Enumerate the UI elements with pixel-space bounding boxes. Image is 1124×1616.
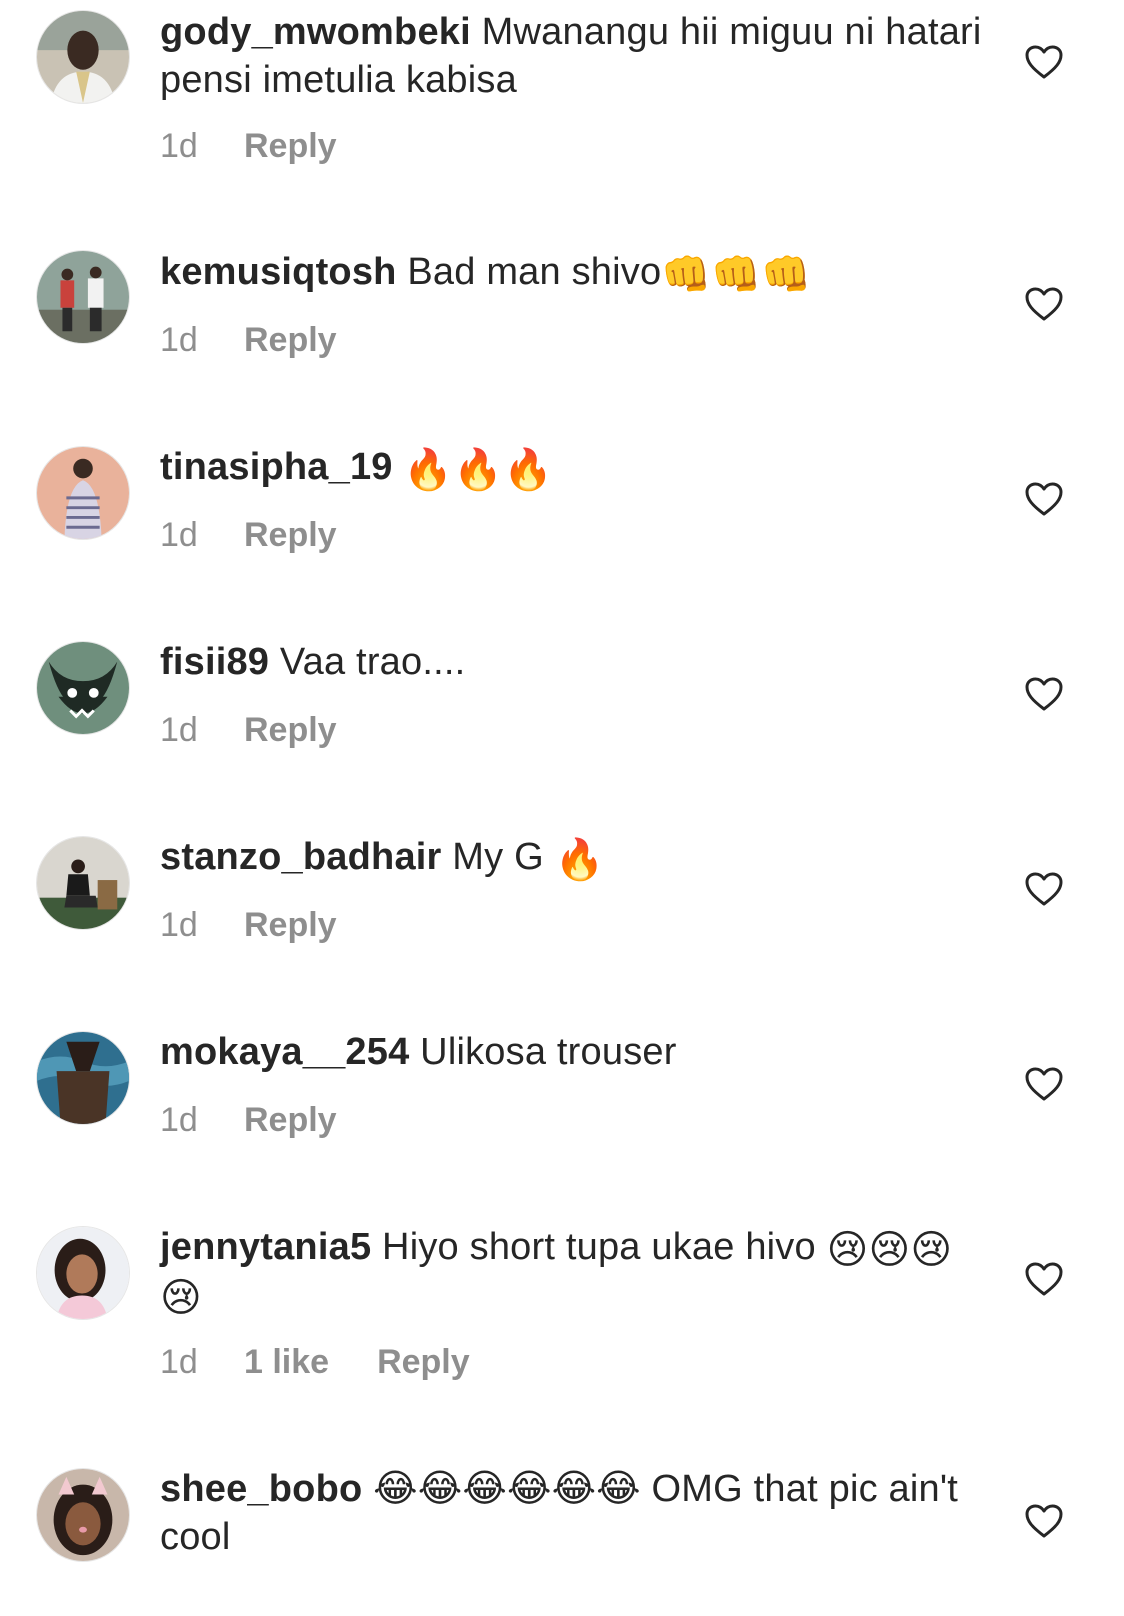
comment-body: jennytania5 Hiyo short tupa ukae hivo 😢😢… [160,1223,990,1319]
comment-text: Bad man shivo [407,251,662,293]
reply-button[interactable]: Reply [244,711,337,749]
comment-meta: 1d Reply [160,1100,337,1140]
comment-username[interactable]: tinasipha_19 [160,446,393,488]
comment-meta: 1d 1 like Reply [160,1342,470,1382]
like-heart-icon[interactable] [1024,1066,1064,1102]
comment-username[interactable]: mokaya__254 [160,1031,409,1073]
like-heart-icon[interactable] [1024,1261,1064,1297]
comment-text: My G [452,836,544,878]
fire-emoji: 🔥 [554,837,605,883]
like-heart-icon[interactable] [1024,481,1064,517]
comment-time: 1d [160,516,198,554]
comment-username[interactable]: kemusiqtosh [160,251,397,293]
reply-button[interactable]: Reply [244,516,337,554]
comment-meta: 1d Reply [160,126,337,166]
avatar[interactable] [36,836,130,930]
comment-body: stanzo_badhair My G 🔥 [160,833,990,881]
fire-emoji: 🔥🔥🔥 [403,447,554,493]
reply-button[interactable]: Reply [244,127,337,165]
comment-username[interactable]: shee_bobo [160,1468,362,1510]
avatar[interactable] [36,1031,130,1125]
comment-body: tinasipha_19 🔥🔥🔥 [160,443,990,491]
reply-button[interactable]: Reply [377,1343,470,1381]
avatar[interactable] [36,250,130,344]
reply-button[interactable]: Reply [244,321,337,359]
avatar[interactable] [36,1226,130,1320]
like-heart-icon[interactable] [1024,676,1064,712]
comment-text: Ulikosa trouser [420,1031,677,1073]
comment-time: 1d [160,1101,198,1139]
comment-text: Vaa trao.... [279,641,466,683]
comment-body: kemusiqtosh Bad man shivo👊👊👊 [160,248,990,296]
comment-body: mokaya__254 Ulikosa trouser [160,1028,990,1076]
comment-username[interactable]: gody_mwombeki [160,11,471,53]
like-heart-icon[interactable] [1024,871,1064,907]
reply-button[interactable]: Reply [244,1101,337,1139]
comment-time: 1d [160,906,198,944]
avatar[interactable] [36,446,130,540]
comment-meta: 1d Reply [160,515,337,555]
avatar[interactable] [36,641,130,735]
comment-time: 1d [160,1343,198,1381]
comment-username[interactable]: jennytania5 [160,1226,371,1268]
reply-button[interactable]: Reply [244,906,337,944]
comment-body: gody_mwombeki Mwanangu hii miguu ni hata… [160,8,990,104]
avatar[interactable] [36,1468,130,1562]
comment-body: fisii89 Vaa trao.... [160,638,990,686]
comment-time: 1d [160,711,198,749]
like-heart-icon[interactable] [1024,286,1064,322]
likes-count[interactable]: 1 like [244,1342,329,1382]
avatar[interactable] [36,10,130,104]
comment-time: 1d [160,321,198,359]
comment-body: shee_bobo 😂😂😂😂😂😂 OMG that pic ain't cool [160,1465,990,1561]
comment-meta: 1d Reply [160,905,337,945]
fist-emoji: 👊👊👊 [661,252,812,298]
comment-meta: 1d Reply [160,320,337,360]
comment-time: 1d [160,127,198,165]
comment-text: Hiyo short tupa ukae hivo [382,1226,816,1268]
like-heart-icon[interactable] [1024,1503,1064,1539]
comment-meta: 1d Reply [160,710,337,750]
comment-username[interactable]: fisii89 [160,641,269,683]
comment-username[interactable]: stanzo_badhair [160,836,442,878]
like-heart-icon[interactable] [1024,44,1064,80]
